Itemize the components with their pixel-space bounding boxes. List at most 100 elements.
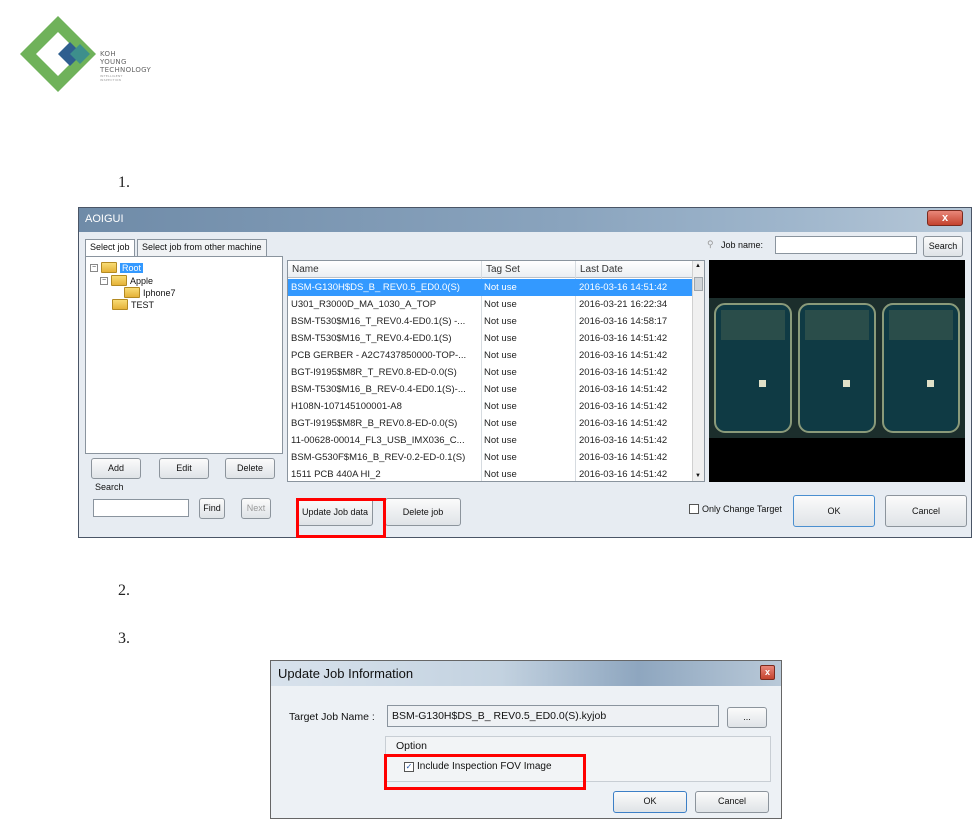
delete-job-button[interactable]: Delete job — [385, 498, 461, 526]
table-row[interactable]: PCB GERBER - A2C7437850000-TOP-... Not us… — [288, 347, 693, 364]
table-row[interactable]: BSM-T530$M16_T_REV0.4-ED0.1(S) Not use 201… — [288, 330, 693, 347]
scroll-thumb[interactable] — [694, 277, 703, 291]
scroll-up-icon[interactable]: ▲ — [695, 263, 701, 269]
scroll-down-icon[interactable]: ▼ — [695, 473, 701, 479]
logo-mark-icon — [20, 16, 96, 92]
column-header-name[interactable]: Name — [292, 264, 319, 275]
dialog-titlebar[interactable]: Update Job Information x — [271, 661, 781, 686]
table-scrollbar[interactable]: ▲ ▼ — [692, 261, 704, 481]
table-row[interactable]: BSM-T530$M16_T_REV0.4-ED0.1(S) -... Not u… — [288, 313, 693, 330]
step-1-number: 1. — [118, 174, 130, 191]
folder-icon — [101, 262, 117, 273]
cell-tag: Not use — [484, 469, 517, 480]
table-row[interactable]: BSM-G130H$DS_B_ REV0.5_ED0.0(S) Not use 20… — [288, 279, 693, 296]
cell-name: BSM-T530$M16_T_REV0.4-ED0.1(S) -... — [291, 316, 466, 327]
table-row[interactable]: 11-00628-00014_FL3_USB_IMX036_C... Not us… — [288, 432, 693, 449]
cell-tag: Not use — [484, 299, 517, 310]
highlight-include-fov-option — [384, 754, 586, 790]
add-button[interactable]: Add — [91, 458, 141, 479]
logo-line-2: YOUNG — [100, 58, 127, 66]
cell-name: BSM-T530$M16_B_REV-0.4-ED0.1(S)-... — [291, 384, 466, 395]
tree-search-input[interactable] — [93, 499, 189, 517]
cell-name: H108N-107145100001-A8 — [291, 401, 402, 412]
folder-icon — [124, 287, 140, 298]
cell-tag: Not use — [484, 384, 517, 395]
table-row[interactable]: BGT-I9195$M8R_B_REV0.8-ED-0.0(S) Not use 2… — [288, 415, 693, 432]
search-button[interactable]: Search — [923, 236, 963, 257]
table-row[interactable]: BSM-T530$M16_B_REV-0.4-ED0.1(S)-... Not u… — [288, 381, 693, 398]
window-close-button[interactable]: x — [927, 210, 963, 226]
cell-date: 2016-03-16 14:51:42 — [579, 435, 668, 446]
step-2-number: 2. — [118, 582, 130, 599]
job-list-table: Name Tag Set Last Date BSM-G130H$DS_B_ R… — [287, 260, 705, 482]
column-header-tag-set[interactable]: Tag Set — [486, 264, 520, 275]
cell-tag: Not use — [484, 333, 517, 344]
cell-date: 2016-03-16 14:51:42 — [579, 350, 668, 361]
next-button[interactable]: Next — [241, 498, 271, 519]
cell-date: 2016-03-16 14:51:42 — [579, 401, 668, 412]
target-job-name-value: BSM-G130H$DS_B_ REV0.5_ED0.0(S).kyjob — [392, 710, 607, 722]
target-job-name-label: Target Job Name : — [289, 711, 375, 723]
tree-label-apple: Apple — [130, 275, 154, 286]
tree-node-apple[interactable]: − Apple — [100, 275, 153, 286]
browse-button[interactable]: ... — [727, 707, 767, 728]
table-row[interactable]: 1511 PCB 440A HI_2 Not use 2016-03-16 14:5… — [288, 466, 693, 481]
cell-name: BSM-G130H$DS_B_ REV0.5_ED0.0(S) — [291, 282, 460, 293]
table-row[interactable]: BGT-I9195$M8R_T_REV0.8-ED-0.0(S) Not use 2… — [288, 364, 693, 381]
cell-date: 2016-03-16 14:51:42 — [579, 469, 668, 480]
expand-icon[interactable]: − — [90, 263, 98, 272]
cell-name: BSM-T530$M16_T_REV0.4-ED0.1(S) — [291, 333, 452, 344]
cell-date: 2016-03-21 16:22:34 — [579, 299, 668, 310]
table-row[interactable]: U301_R3000D_MA_1030_A_TOP Not use 2016-03-… — [288, 296, 693, 313]
ok-button[interactable]: OK — [793, 495, 875, 527]
tab-select-job[interactable]: Select job — [85, 239, 135, 257]
edit-button[interactable]: Edit — [159, 458, 209, 479]
highlight-update-job-data — [296, 498, 386, 538]
find-button[interactable]: Find — [199, 498, 225, 519]
tree-label-iphone7: Iphone7 — [143, 287, 176, 298]
cell-name: 1511 PCB 440A HI_2 — [291, 469, 381, 480]
checkbox-icon[interactable] — [689, 504, 699, 514]
cell-date: 2016-03-16 14:51:42 — [579, 367, 668, 378]
cell-date: 2016-03-16 14:58:17 — [579, 316, 668, 327]
job-name-label: Job name: — [721, 240, 764, 250]
cell-tag: Not use — [484, 350, 517, 361]
window-titlebar[interactable]: AOIGUI x — [79, 208, 971, 232]
logo-line-5: INSPECTION — [100, 78, 122, 82]
logo-line-3: TECHNOLOGY — [100, 66, 152, 74]
table-row[interactable]: BSM-G530F$M16_B_REV-0.2-ED-0.1(S) Not use… — [288, 449, 693, 466]
step-3-number: 3. — [118, 630, 130, 647]
only-change-target-checkbox[interactable]: Only Change Target — [689, 504, 782, 514]
pcb-board-image — [709, 260, 965, 482]
logo-line-1: KOH — [100, 50, 116, 58]
expand-icon[interactable]: − — [100, 276, 108, 285]
column-header-last-date[interactable]: Last Date — [580, 264, 623, 275]
logo-text: KOH YOUNG TECHNOLOGY INTELLIGENT INSPECT… — [100, 50, 151, 82]
cancel-button[interactable]: Cancel — [885, 495, 967, 527]
aoigui-window: AOIGUI x Select job Select job from othe… — [78, 207, 972, 538]
tab-select-job-other-machine[interactable]: Select job from other machine — [137, 239, 267, 257]
dialog-cancel-button[interactable]: Cancel — [695, 791, 769, 813]
cell-name: BSM-G530F$M16_B_REV-0.2-ED-0.1(S) — [291, 452, 466, 463]
tree-node-iphone7[interactable]: Iphone7 — [124, 287, 176, 298]
tree-node-test[interactable]: TEST — [112, 299, 154, 310]
cell-tag: Not use — [484, 435, 517, 446]
dialog-close-button[interactable]: x — [760, 665, 775, 680]
only-change-target-label: Only Change Target — [702, 504, 782, 514]
tree-label-test: TEST — [131, 299, 155, 310]
job-name-search-input[interactable] — [775, 236, 917, 254]
delete-button[interactable]: Delete — [225, 458, 275, 479]
cell-name: BGT-I9195$M8R_B_REV0.8-ED-0.0(S) — [291, 418, 458, 429]
tree-node-root[interactable]: − Root — [90, 262, 144, 273]
search-icon: ⚲ — [707, 239, 714, 249]
cell-date: 2016-03-16 14:51:42 — [579, 452, 668, 463]
table-header: Name Tag Set Last Date — [288, 261, 704, 278]
cell-name: PCB GERBER - A2C7437850000-TOP-... — [291, 350, 467, 361]
cell-tag: Not use — [484, 367, 517, 378]
cell-date: 2016-03-16 14:51:42 — [579, 418, 668, 429]
dialog-ok-button[interactable]: OK — [613, 791, 687, 813]
table-row[interactable]: H108N-107145100001-A8 Not use 2016-03-16 1… — [288, 398, 693, 415]
target-job-name-field: BSM-G130H$DS_B_ REV0.5_ED0.0(S).kyjob — [387, 705, 719, 727]
cell-date: 2016-03-16 14:51:42 — [579, 282, 668, 293]
cell-name: BGT-I9195$M8R_T_REV0.8-ED-0.0(S) — [291, 367, 457, 378]
